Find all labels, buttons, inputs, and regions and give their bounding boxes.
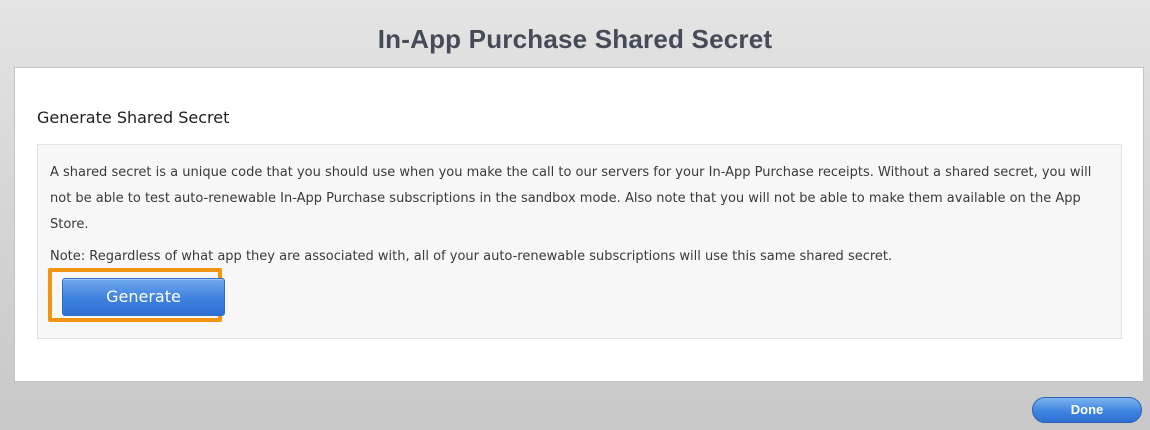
generate-button[interactable]: Generate	[62, 278, 225, 316]
section-heading: Generate Shared Secret	[37, 108, 230, 127]
note-text: Note: Regardless of what app they are as…	[50, 249, 893, 264]
info-box: A shared secret is a unique code that yo…	[37, 144, 1122, 339]
shared-secret-dialog: In-App Purchase Shared Secret Generate S…	[0, 0, 1150, 430]
done-button[interactable]: Done	[1032, 397, 1142, 423]
content-panel: Generate Shared Secret A shared secret i…	[14, 67, 1144, 382]
dialog-title: In-App Purchase Shared Secret	[377, 24, 773, 54]
description-text: A shared secret is a unique code that yo…	[50, 165, 1092, 232]
